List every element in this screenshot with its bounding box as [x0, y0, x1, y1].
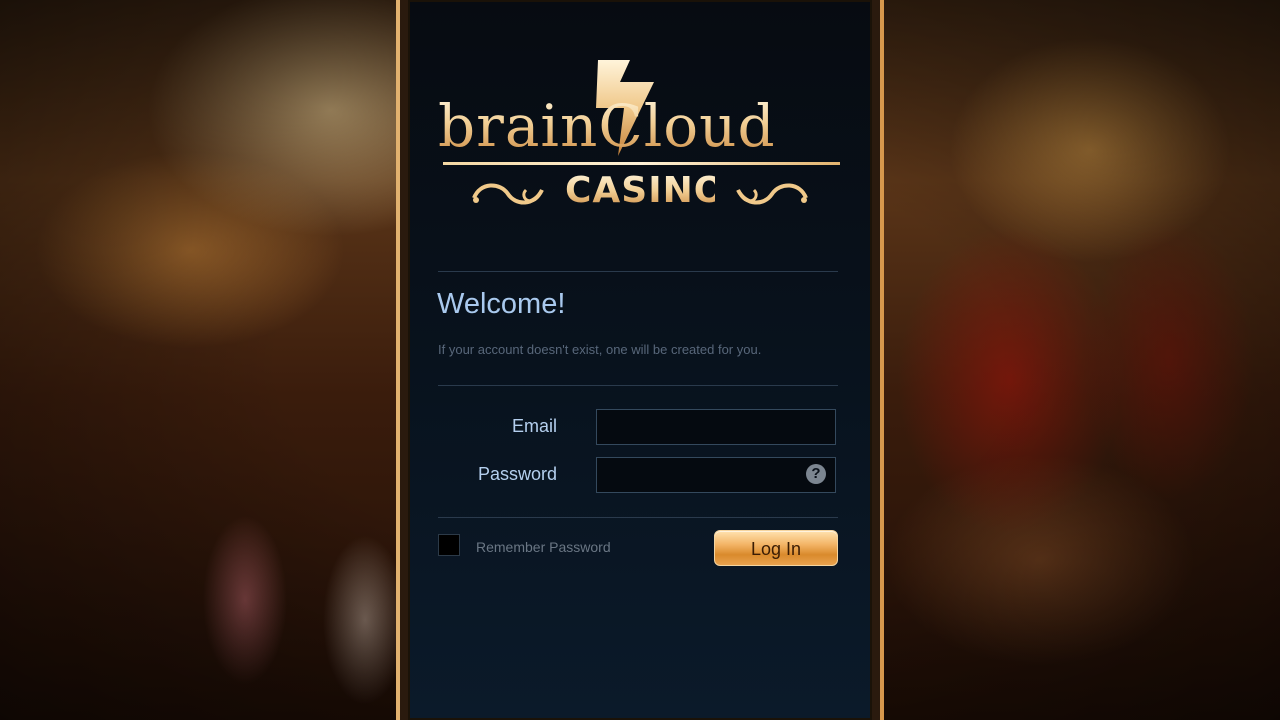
logo-underline: [443, 162, 840, 165]
remember-password-label[interactable]: Remember Password: [476, 539, 611, 555]
logo-brand-text: brainCloud: [438, 92, 840, 160]
password-label: Password: [477, 464, 557, 484]
email-label: Email: [511, 416, 557, 436]
question-mark-icon[interactable]: ?: [806, 464, 826, 484]
braincloud-casino-logo: brainCloud CASINO: [438, 58, 840, 218]
email-field[interactable]: [596, 409, 836, 445]
password-field[interactable]: [596, 457, 836, 493]
right-flourish-icon: [736, 183, 808, 205]
divider-top: [438, 271, 838, 272]
welcome-title: Welcome!: [437, 288, 566, 320]
divider-middle: [438, 385, 838, 386]
divider-bottom: [438, 517, 838, 518]
remember-password-checkbox[interactable]: [438, 534, 460, 556]
left-flourish-icon: [472, 183, 544, 205]
welcome-subtitle: If your account doesn't exist, one will …: [438, 342, 762, 357]
logo-casino-text: CASINO: [565, 170, 726, 211]
login-button[interactable]: Log In: [714, 530, 838, 566]
